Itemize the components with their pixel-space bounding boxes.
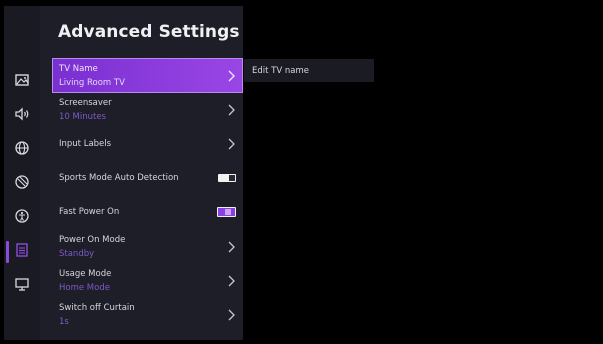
help-tooltip: Edit TV name [244, 59, 374, 82]
menu-item-label: Screensaver [59, 98, 112, 108]
toggle-knob [229, 175, 235, 181]
accessibility-icon [14, 208, 30, 228]
menu-item-label: Power On Mode [59, 235, 126, 245]
settings-category-rail [4, 6, 40, 340]
rail-item-sound[interactable] [4, 102, 40, 130]
sound-icon [14, 106, 30, 126]
chevron-right-icon [226, 102, 236, 116]
menu-item-power-on-mode[interactable]: Power On Mode Standby [53, 230, 242, 263]
menu-item-label: TV Name [59, 64, 98, 74]
menu-item-label: Fast Power On [59, 207, 120, 217]
sports-icon [14, 174, 30, 194]
menu-item-usage-mode[interactable]: Usage Mode Home Mode [53, 264, 242, 297]
menu-item-value: Home Mode [59, 283, 110, 293]
menu-item-sports-mode-auto-detection[interactable]: Sports Mode Auto Detection [53, 161, 242, 194]
menu-item-value: 1s [59, 317, 69, 327]
menu-item-switch-off-curtain[interactable]: Switch off Curtain 1s [53, 298, 242, 331]
page-title: Advanced Settings [58, 22, 240, 42]
menu-item-label: Sports Mode Auto Detection [59, 173, 179, 183]
chevron-right-icon [226, 273, 236, 287]
rail-item-picture[interactable] [4, 68, 40, 96]
menu-item-input-labels[interactable]: Input Labels [53, 127, 242, 160]
system-list-icon [14, 242, 30, 262]
sports-mode-toggle[interactable] [218, 174, 236, 182]
menu-item-value: Living Room TV [59, 78, 125, 88]
menu-item-fast-power-on[interactable]: Fast Power On [53, 195, 242, 228]
help-text: Edit TV name [252, 66, 309, 76]
menu-item-screensaver[interactable]: Screensaver 10 Minutes [53, 93, 242, 126]
chevron-right-icon [226, 136, 236, 150]
fast-power-on-toggle[interactable] [217, 207, 236, 217]
rail-item-accessibility[interactable] [4, 204, 40, 232]
rail-item-network[interactable] [4, 136, 40, 164]
rail-item-system[interactable] [4, 238, 40, 266]
picture-icon [14, 72, 30, 92]
network-icon [14, 140, 30, 160]
rail-item-display[interactable] [4, 272, 40, 300]
tv-screen: Advanced Settings TV Name Living Room TV… [0, 0, 603, 344]
menu-item-value: Standby [59, 249, 95, 259]
menu-item-label: Input Labels [59, 139, 112, 149]
chevron-right-icon [226, 68, 236, 82]
display-icon [14, 276, 30, 296]
menu-item-label: Switch off Curtain [59, 303, 135, 313]
rail-item-sports[interactable] [4, 170, 40, 198]
chevron-right-icon [226, 239, 236, 253]
toggle-on-indicator [225, 209, 231, 215]
menu-item-tv-name[interactable]: TV Name Living Room TV [52, 58, 243, 93]
menu-item-value: 10 Minutes [59, 112, 106, 122]
chevron-right-icon [226, 307, 236, 321]
menu-item-label: Usage Mode [59, 269, 112, 279]
advanced-settings-panel: Advanced Settings TV Name Living Room TV… [40, 6, 243, 340]
